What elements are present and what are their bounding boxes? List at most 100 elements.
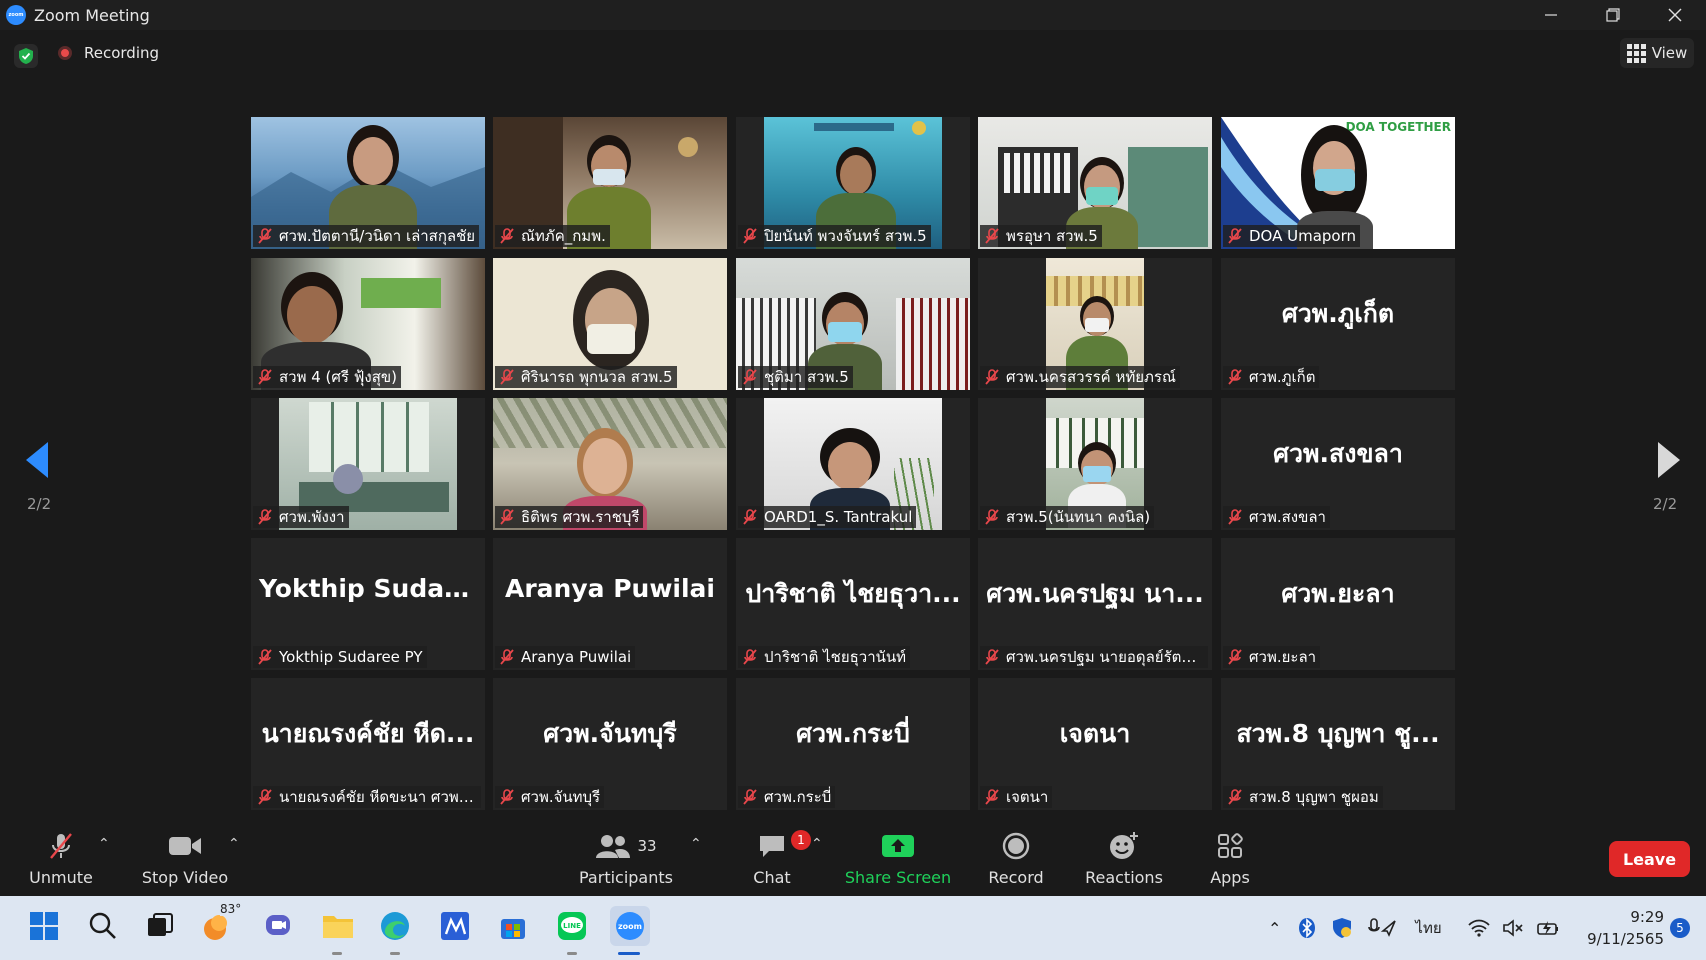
reactions-label: Reactions	[1085, 868, 1163, 887]
participant-tile[interactable]: Aranya Puwilai Aranya Puwilai	[493, 538, 727, 670]
mic-muted-icon	[985, 649, 999, 665]
stop-video-button[interactable]: Stop Video	[140, 826, 230, 896]
participant-tile[interactable]: ศวพ.ปัตตานี/วนิดา เล่าสกุลชัย	[251, 117, 485, 249]
participant-name: ปาริชาติ ไชยธุวานันท์	[764, 648, 907, 666]
participant-tile[interactable]: ศวพ.ยะลา ศวพ.ยะลา	[1221, 538, 1455, 670]
participant-name-label: Aranya Puwilai	[495, 646, 636, 668]
mic-muted-icon	[743, 228, 757, 244]
weather-widget[interactable]: 83°	[198, 902, 242, 946]
battery-charging-icon[interactable]	[1536, 919, 1560, 937]
close-icon	[1668, 8, 1682, 22]
view-button[interactable]: View	[1620, 38, 1694, 68]
chat-button[interactable]: 1 Chat	[742, 826, 811, 896]
windows-security-icon[interactable]	[1331, 917, 1353, 939]
chat-icon	[760, 836, 784, 857]
participant-display-name: ศวพ.ภูเก็ต	[1281, 299, 1395, 328]
reactions-button[interactable]: Reactions	[1083, 826, 1165, 896]
close-button[interactable]	[1644, 0, 1706, 30]
mic-muted-icon	[500, 369, 514, 385]
microsoft-store-button[interactable]	[493, 906, 533, 946]
mic-muted-icon	[1228, 369, 1242, 385]
participant-tile[interactable]: ธิติพร ศวพ.ราชบุรี	[493, 398, 727, 530]
apps-button[interactable]: Apps	[1206, 826, 1254, 896]
participant-tile[interactable]: ศวพ.นครสวรรค์ หทัยภรณ์	[978, 258, 1212, 390]
microphone-location-icon[interactable]	[1367, 917, 1397, 939]
app-blue-m-icon	[441, 912, 469, 940]
recording-indicator[interactable]: Recording	[58, 44, 159, 62]
edge-browser-button[interactable]	[375, 906, 415, 946]
participant-tile[interactable]: นายณรงค์ชัย หีด... นายณรงค์ชัย หีดขะนา ศ…	[251, 678, 485, 810]
participants-button[interactable]: 33 Participants	[578, 826, 674, 896]
search-icon	[89, 912, 116, 939]
participant-tile[interactable]: สวพ.8 บุญพา ชู... สวพ.8 บุญพา ชูผอม	[1221, 678, 1455, 810]
participant-name-label: ศวพ.ปัตตานี/วนิดา เล่าสกุลชัย	[253, 225, 480, 247]
show-hidden-icons-chevron-icon[interactable]: ⌃	[1268, 919, 1281, 938]
participant-tile[interactable]: ณัทภัค_กมพ.	[493, 117, 727, 249]
next-page-button[interactable]	[1648, 440, 1688, 480]
participant-tile[interactable]: ศิรินารถ พุกนวล สวพ.5	[493, 258, 727, 390]
participant-tile[interactable]: Yokthip Sudare... Yokthip Sudaree PY	[251, 538, 485, 670]
windows-taskbar: 83° LINE zoom ⌃ ไทย 9:29 9/11/2565 5	[0, 896, 1706, 960]
windows-logo-icon	[30, 912, 58, 940]
start-button[interactable]	[24, 906, 64, 946]
participants-count: 33	[637, 837, 657, 855]
participant-name: พรอุษา สวพ.5	[1006, 227, 1098, 245]
participant-tile[interactable]: DOA TOGETHER DOA Umaporn	[1221, 117, 1455, 249]
participant-tile[interactable]: ศวพ.จันทบุรี ศวพ.จันทบุรี	[493, 678, 727, 810]
participant-tile[interactable]: ปิยนันท์ พวงจันทร์ สวพ.5	[736, 117, 970, 249]
system-clock[interactable]: 9:29 9/11/2565	[1587, 906, 1664, 950]
security-shield-button[interactable]	[14, 44, 38, 68]
participant-tile[interactable]: ชุติมา สวพ.5	[736, 258, 970, 390]
file-explorer-button[interactable]	[318, 906, 358, 946]
clock-time: 9:29	[1630, 908, 1664, 926]
mic-muted-icon	[50, 833, 72, 859]
previous-page-button[interactable]	[18, 440, 58, 480]
mic-muted-icon	[258, 369, 272, 385]
window-title: Zoom Meeting	[34, 5, 150, 25]
share-screen-label: Share Screen	[844, 868, 952, 887]
clock-date: 9/11/2565	[1587, 930, 1664, 948]
zoom-app-button[interactable]: zoom	[610, 906, 650, 946]
unmute-button[interactable]: Unmute	[26, 826, 96, 896]
mic-muted-icon	[743, 369, 757, 385]
task-view-button[interactable]	[140, 906, 180, 946]
vscode-like-app-button[interactable]	[435, 906, 475, 946]
participant-name-label: ศิรินารถ พุกนวล สวพ.5	[495, 366, 677, 388]
participant-tile[interactable]: ศวพ.พังงา	[251, 398, 485, 530]
window-controls	[1520, 0, 1706, 30]
participant-tile[interactable]: เจตนา เจตนา	[978, 678, 1212, 810]
video-options-chevron-icon[interactable]: ⌃	[228, 836, 240, 852]
input-language-indicator[interactable]: ไทย	[1415, 916, 1441, 940]
chat-options-chevron-icon[interactable]: ⌃	[811, 836, 823, 852]
record-button[interactable]: Record	[980, 826, 1052, 896]
taskbar-search-button[interactable]	[83, 906, 123, 946]
line-app-button[interactable]: LINE	[552, 906, 592, 946]
wifi-icon[interactable]	[1468, 919, 1490, 937]
audio-options-chevron-icon[interactable]: ⌃	[98, 836, 110, 852]
participant-tile[interactable]: ปาริชาติ ไชยธุวา... ปาริชาติ ไชยธุวานันท…	[736, 538, 970, 670]
arrow-right-icon	[1658, 442, 1680, 478]
participant-tile[interactable]: ศวพ.นครปฐม นา... ศวพ.นครปฐม นายอดุลย์รัต…	[978, 538, 1212, 670]
share-screen-button[interactable]: Share Screen	[844, 826, 952, 896]
participant-tile[interactable]: สวพ.5(นันทนา คงนิล)	[978, 398, 1212, 530]
teams-chat-button[interactable]	[258, 906, 298, 946]
restore-button[interactable]	[1582, 0, 1644, 30]
record-label: Record	[988, 868, 1044, 887]
leave-button[interactable]: Leave	[1609, 841, 1690, 877]
participant-tile[interactable]: ศวพ.สงขลา ศวพ.สงขลา	[1221, 398, 1455, 530]
bluetooth-icon[interactable]	[1297, 917, 1317, 939]
participant-name-label: Yokthip Sudaree PY	[253, 646, 427, 668]
participant-tile[interactable]: OARD1_S. Tantrakul	[736, 398, 970, 530]
zoom-logo-icon: zoom	[6, 5, 26, 25]
notification-count-badge[interactable]: 5	[1670, 918, 1690, 938]
participant-tile[interactable]: ศวพ.ภูเก็ต ศวพ.ภูเก็ต	[1221, 258, 1455, 390]
participant-tile[interactable]: พรอุษา สวพ.5	[978, 117, 1212, 249]
participant-display-name: Aranya Puwilai	[504, 574, 715, 603]
mic-muted-icon	[985, 509, 999, 525]
minimize-button[interactable]	[1520, 0, 1582, 30]
mic-muted-icon	[258, 228, 272, 244]
participant-tile[interactable]: สวพ 4 (ศรี ฟุ้งสุข)	[251, 258, 485, 390]
speaker-muted-icon[interactable]	[1502, 919, 1524, 937]
participants-options-chevron-icon[interactable]: ⌃	[690, 836, 702, 852]
participant-tile[interactable]: ศวพ.กระบี่ ศวพ.กระบี่	[736, 678, 970, 810]
